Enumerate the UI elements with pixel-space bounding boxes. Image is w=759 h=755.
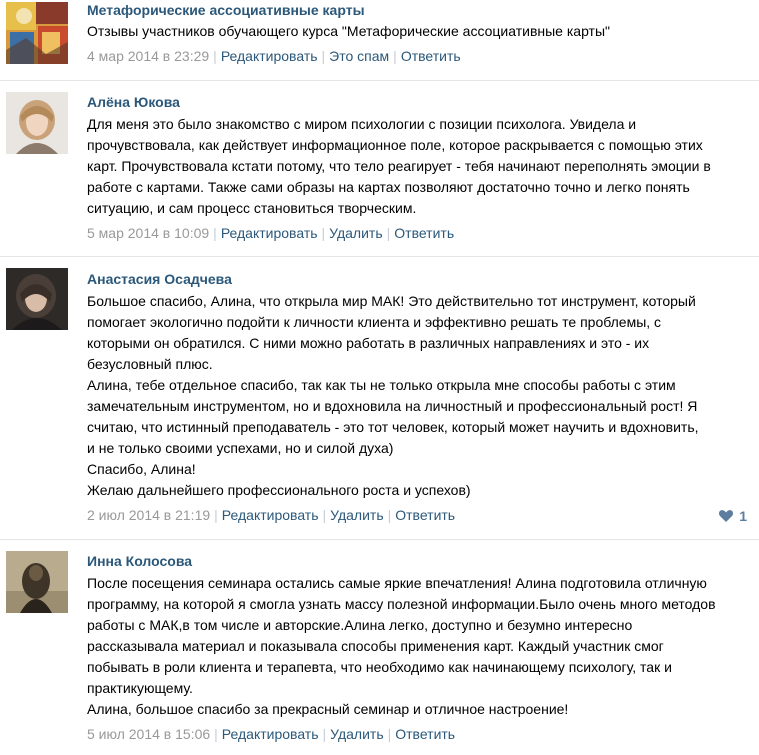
post-text-line: Спасибо, Алина! — [87, 461, 196, 477]
post-text-line: Для меня это было знакомство с миром пси… — [87, 116, 637, 132]
delete-link[interactable]: Удалить — [329, 225, 382, 241]
post-text-line: и не только своими успехами, но и силой … — [87, 440, 394, 456]
post-text-line: Алина, большое спасибо за прекрасный сем… — [87, 701, 569, 717]
post-text-line: считаю, что истинный преподаватель - это… — [87, 419, 699, 435]
sepia-portrait-avatar-icon[interactable] — [6, 551, 68, 613]
post-text-line: побывать в роли клиента и терапевта, что… — [87, 659, 672, 675]
comments-feed: Метафорические ассоциативные карты Отзыв… — [0, 0, 759, 755]
post-text-line: практикующему. — [87, 680, 193, 696]
post-text-line: замечательным инструментом, но и вдохнов… — [87, 398, 698, 414]
separator: | — [213, 48, 217, 64]
post-text: Большое спасибо, Алина, что открыла мир … — [87, 291, 745, 501]
post-text-line: Алина, тебе отдельное спасибо, так как т… — [87, 377, 676, 393]
post-text-line: помогает экологично подойти к личности к… — [87, 314, 662, 330]
reply-link[interactable]: Ответить — [394, 225, 454, 241]
separator: | — [321, 48, 326, 64]
post-date[interactable]: 4 мар 2014 в 23:29 — [87, 48, 209, 64]
post-meta: 2 июл 2014 в 21:19 | Редактировать | Удалить… — [87, 506, 745, 524]
post-date[interactable]: 5 мар 2014 в 10:09 — [87, 225, 209, 241]
post-text-line: карт. Прочувствовала кстати потому, что … — [87, 158, 711, 174]
reply-link[interactable]: Ответить — [395, 507, 455, 523]
post-date[interactable]: 2 июл 2014 в 21:19 — [87, 507, 210, 523]
spam-link[interactable]: Это спам — [329, 48, 389, 64]
post-text-line: программу, на которой я смогла узнать ма… — [87, 596, 716, 612]
delete-link[interactable]: Удалить — [330, 507, 383, 523]
comment-post: Алёна Юкова Для меня это было знакомство… — [0, 81, 759, 257]
separator: | — [214, 507, 218, 523]
post-text-line: которыми он обратился. С ними можно рабо… — [87, 335, 650, 351]
woman-portrait-avatar-icon[interactable] — [6, 92, 68, 154]
post-text-line: работе с картами. Также сами образы на к… — [87, 179, 690, 195]
post-author-link[interactable]: Анастасия Осадчева — [87, 270, 745, 288]
post-text-line: Отзывы участников обучающего курса "Мета… — [87, 23, 610, 39]
heart-icon — [719, 510, 734, 522]
separator: | — [321, 225, 326, 241]
post-author-link[interactable]: Метафорические ассоциативные карты — [87, 1, 745, 19]
separator: | — [213, 225, 217, 241]
edit-link[interactable]: Редактировать — [221, 225, 318, 241]
post-text: Отзывы участников обучающего курса "Мета… — [87, 21, 745, 42]
edit-link[interactable]: Редактировать — [221, 48, 318, 64]
separator: | — [387, 726, 392, 742]
post-text: После посещения семинара остались самые … — [87, 573, 745, 720]
like-button[interactable]: 1 — [719, 507, 747, 525]
edit-link[interactable]: Редактировать — [222, 726, 319, 742]
separator: | — [387, 507, 392, 523]
post-text: Для меня это было знакомство с миром пси… — [87, 114, 745, 219]
post-text-line: Большое спасибо, Алина, что открыла мир … — [87, 293, 696, 309]
painting-avatar-icon[interactable] — [6, 2, 68, 64]
reply-link[interactable]: Ответить — [401, 48, 461, 64]
post-text-line: безусловный плюс. — [87, 356, 213, 372]
post-text-line: После посещения семинара остались самые … — [87, 575, 707, 591]
delete-link[interactable]: Удалить — [330, 726, 383, 742]
post-author-link[interactable]: Алёна Юкова — [87, 93, 745, 111]
post-author-link[interactable]: Инна Колосова — [87, 552, 745, 570]
comment-post: Анастасия Осадчева Большое спасибо, Алин… — [0, 257, 759, 540]
post-text-line: рассказывала материал и показывала спосо… — [87, 638, 664, 654]
separator: | — [386, 225, 391, 241]
post-meta: 5 июл 2014 в 15:06 | Редактировать | Удалить… — [87, 725, 745, 743]
post-text-line: ситуацию, и сам процесс становиться твор… — [87, 200, 417, 216]
reply-link[interactable]: Ответить — [395, 726, 455, 742]
separator: | — [322, 507, 327, 523]
edit-link[interactable]: Редактировать — [222, 507, 319, 523]
post-text-line: работы с МАК,в том числе и авторские.Али… — [87, 617, 633, 633]
post-text-line: прочувствовала, как действует информацио… — [87, 137, 703, 153]
separator: | — [322, 726, 327, 742]
comment-post: Метафорические ассоциативные карты Отзыв… — [0, 0, 759, 81]
separator: | — [393, 48, 397, 64]
separator: | — [214, 726, 218, 742]
like-count: 1 — [739, 508, 747, 524]
post-date[interactable]: 5 июл 2014 в 15:06 — [87, 726, 210, 742]
comment-post: Инна Колосова После посещения семинара о… — [0, 540, 759, 755]
post-meta: 5 мар 2014 в 10:09 | Редактировать | Удалить… — [87, 224, 745, 242]
post-text-line: Желаю дальнейшего профессионального рост… — [87, 482, 471, 498]
woman-dark-portrait-avatar-icon[interactable] — [6, 268, 68, 330]
post-meta: 4 мар 2014 в 23:29 | Редактировать | Это спа… — [87, 47, 745, 65]
